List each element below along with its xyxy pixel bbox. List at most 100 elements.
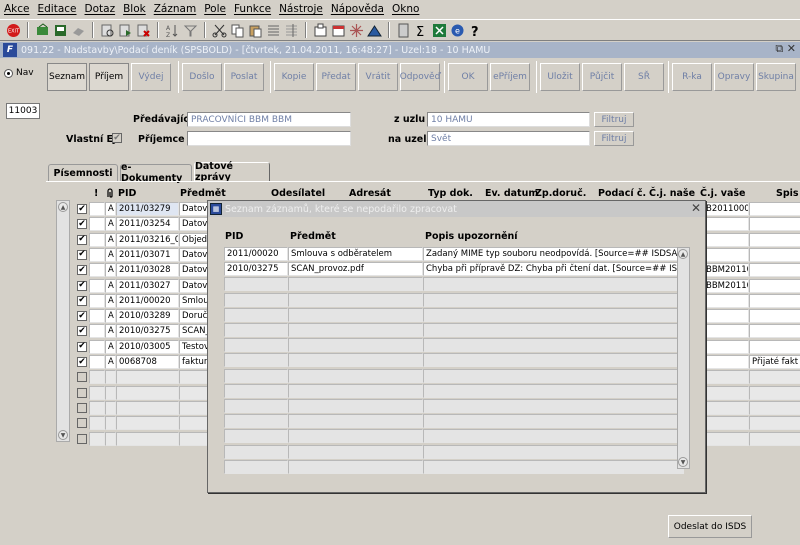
popup-cell-pid[interactable]: [224, 399, 288, 413]
cell-pid[interactable]: 2011/03216_00: [116, 232, 179, 247]
cell-a[interactable]: A: [105, 355, 116, 369]
col-header-zp-doruc[interactable]: Zp.doruč.: [535, 188, 586, 199]
cell-predmet[interactable]: Datové: [179, 263, 209, 278]
popup-cell-pid[interactable]: [224, 307, 288, 322]
popup-row[interactable]: [224, 323, 684, 337]
row-checkbox[interactable]: ✔: [77, 280, 87, 291]
window-controls[interactable]: ⧉ ✕: [775, 42, 796, 56]
predat-button[interactable]: Předat: [316, 63, 356, 91]
popup-cell-pid[interactable]: 2010/03275: [224, 262, 288, 277]
clear-record-icon[interactable]: [313, 23, 328, 38]
cell-pid[interactable]: 2011/03071: [116, 247, 179, 262]
cell-a[interactable]: [105, 370, 116, 385]
popup-cell-pid[interactable]: [224, 383, 288, 398]
cell-cj_vase[interactable]: [703, 247, 749, 262]
cell-a[interactable]: A: [105, 247, 116, 262]
cell-spis[interactable]: [749, 263, 800, 278]
prijem-button[interactable]: Příjem: [89, 63, 129, 91]
scroll-up-icon[interactable]: ▲: [58, 202, 68, 212]
cell-spis[interactable]: [749, 309, 800, 324]
ulozit-button[interactable]: Uložit: [540, 63, 580, 91]
ok-button[interactable]: OK: [448, 63, 488, 91]
popup-row[interactable]: 2011/00020 Smlouva s odběratelem Zadaný MI…: [224, 247, 684, 261]
cell-a[interactable]: [105, 385, 116, 400]
odeslat-do-isds-button[interactable]: Odeslat do ISDS: [668, 515, 752, 538]
popup-cell-popis[interactable]: Chyba při přípravě DZ: Chyba při čtení d…: [423, 262, 684, 277]
popup-cell-pid[interactable]: [224, 429, 288, 444]
cell-pid[interactable]: 2011/03279: [116, 202, 179, 216]
popup-cell-pid[interactable]: [224, 368, 288, 383]
popup-cell-predmet[interactable]: [288, 338, 423, 353]
popup-cell-predmet[interactable]: [288, 307, 423, 322]
cell-cj_vase[interactable]: [703, 293, 749, 308]
popup-cell-pid[interactable]: [224, 323, 288, 337]
col-header-ev-datum[interactable]: Ev. datum: [485, 188, 538, 199]
cell-checkbox[interactable]: [73, 432, 89, 446]
nav-radio-icon[interactable]: [4, 68, 13, 78]
popup-row[interactable]: [224, 459, 684, 474]
col-header-odesilatel[interactable]: Odesílatel: [271, 188, 325, 199]
cell-a[interactable]: A: [105, 339, 116, 354]
popup-row[interactable]: [224, 414, 684, 429]
cell-cj_vase[interactable]: [703, 385, 749, 400]
cell-cj_vase[interactable]: [703, 309, 749, 324]
popup-scrollbar[interactable]: ▲ ▼: [677, 247, 690, 469]
popup-cell-predmet[interactable]: [288, 368, 423, 383]
popup-row[interactable]: [224, 368, 684, 383]
cell-checkbox[interactable]: ✔: [73, 279, 89, 293]
cell-cj_vase[interactable]: [703, 370, 749, 385]
cell-spis[interactable]: [749, 400, 800, 415]
cell-spacer[interactable]: [89, 278, 105, 293]
popup-cell-pid[interactable]: [224, 277, 288, 292]
nav-radio[interactable]: Nav: [4, 68, 34, 78]
cell-pid[interactable]: 2010/03275: [116, 324, 179, 339]
cell-spacer[interactable]: [89, 416, 105, 431]
row-checkbox[interactable]: ✔: [77, 249, 87, 260]
cell-cj_vase[interactable]: [703, 431, 749, 446]
cell-pid[interactable]: 2011/03028: [116, 263, 179, 278]
popup-cell-predmet[interactable]: [288, 414, 423, 429]
sr-button[interactable]: SŘ: [624, 63, 664, 91]
row-checkbox[interactable]: ✔: [77, 311, 87, 322]
cell-pid[interactable]: 0068708: [116, 355, 179, 369]
popup-cell-predmet[interactable]: [288, 399, 423, 413]
execute-icon[interactable]: [53, 23, 68, 38]
col-header-cj-vase[interactable]: Č.j. vaše: [700, 188, 745, 199]
popup-cell-popis[interactable]: [423, 399, 684, 413]
calendar-icon[interactable]: [331, 23, 346, 38]
cell-cj_vase[interactable]: [703, 232, 749, 247]
menu-4[interactable]: Záznam: [154, 3, 196, 15]
opravy-button[interactable]: Opravy: [714, 63, 754, 91]
cell-spacer[interactable]: [89, 263, 105, 278]
popup-scroll-up-icon[interactable]: ▲: [678, 249, 688, 259]
popup-cell-predmet[interactable]: [288, 277, 423, 292]
sum-icon[interactable]: Σ: [414, 23, 429, 38]
row-checkbox[interactable]: ✔: [77, 357, 87, 367]
z-uzlu-field[interactable]: 10 HAMU: [427, 112, 590, 127]
cell-pid[interactable]: [116, 416, 179, 431]
cell-spis[interactable]: [749, 324, 800, 339]
cell-spis[interactable]: [749, 247, 800, 262]
cell-checkbox[interactable]: ✔: [73, 233, 89, 247]
cell-checkbox[interactable]: [73, 401, 89, 415]
cell-cj_vase[interactable]: BBM20110: [703, 263, 749, 278]
sort-icon[interactable]: AZ: [165, 23, 180, 38]
cell-spacer[interactable]: [89, 400, 105, 415]
enter-query-icon[interactable]: [100, 23, 115, 38]
popup-cell-predmet[interactable]: SCAN_provoz.pdf: [288, 262, 423, 277]
cell-a[interactable]: A: [105, 232, 116, 247]
tab-pisemnosti[interactable]: Písemnosti: [48, 164, 118, 181]
cell-spacer[interactable]: [89, 431, 105, 446]
close-icon[interactable]: ✕: [691, 201, 701, 215]
popup-row[interactable]: [224, 444, 684, 459]
cell-cj_vase[interactable]: [703, 416, 749, 431]
cell-predmet[interactable]: Testov: [179, 339, 209, 354]
cell-predmet[interactable]: Doruče: [179, 309, 209, 324]
cell-checkbox[interactable]: [73, 370, 89, 384]
cell-spacer[interactable]: [89, 370, 105, 385]
popup-cell-predmet[interactable]: [288, 323, 423, 337]
filter-icon[interactable]: [183, 23, 198, 38]
cell-a[interactable]: A: [105, 263, 116, 278]
cell-checkbox[interactable]: ✔: [73, 294, 89, 308]
popup-row[interactable]: [224, 292, 684, 307]
